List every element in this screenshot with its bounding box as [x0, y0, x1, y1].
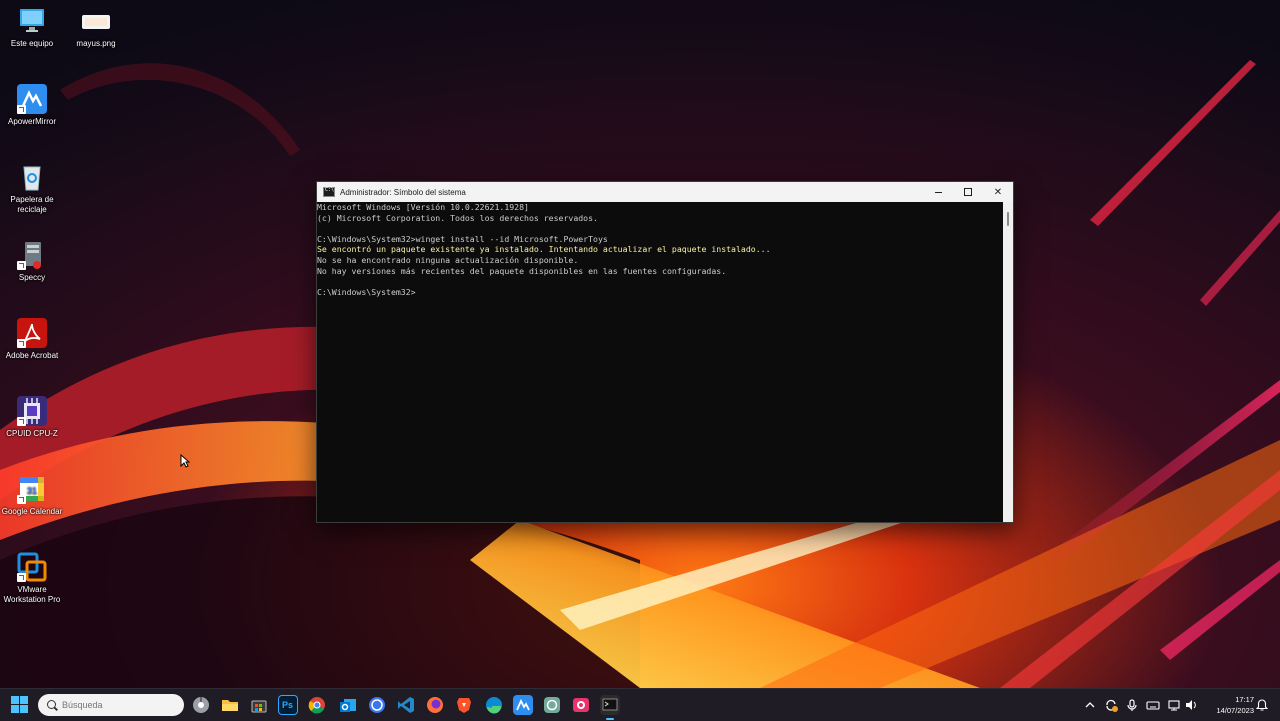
- window-title: Administrador: Símbolo del sistema: [340, 187, 466, 197]
- apowermirror-icon: [516, 698, 530, 711]
- sync-warning-icon[interactable]: [1104, 698, 1118, 712]
- console-prompt: C:\Windows\System32>: [317, 286, 416, 297]
- taskbar-app-signal[interactable]: [367, 695, 387, 715]
- desktop-icon-speccy[interactable]: Speccy: [0, 240, 64, 283]
- windows-logo-icon: [11, 696, 19, 704]
- console-line: C:\Windows\System32>winget install --id …: [317, 233, 608, 244]
- taskbar-app-brave[interactable]: [454, 695, 474, 715]
- taskbar-app-snip[interactable]: [571, 695, 591, 715]
- firefox-icon: [427, 697, 443, 713]
- taskbar-app-terminal[interactable]: [600, 695, 620, 720]
- console-line: Se encontró un paquete existente ya inst…: [317, 244, 771, 255]
- calendar-icon: 31: [17, 474, 47, 504]
- desktop-icon-label: Speccy: [18, 273, 46, 282]
- taskbar-app-photoshop[interactable]: Ps: [278, 695, 298, 715]
- file-explorer-icon: [222, 700, 238, 711]
- snip-icon: [573, 698, 589, 712]
- desktop-icon-gcalendar[interactable]: 31 Google Calendar: [0, 474, 64, 517]
- window-titlebar[interactable]: Administrador: Símbolo del sistema ✕: [317, 182, 1013, 202]
- desktop-icon-label: Google Calendar: [1, 507, 63, 516]
- taskbar-clock[interactable]: 17:17 14/07/2023: [1202, 694, 1254, 716]
- taskbar-app-vscode[interactable]: [396, 695, 416, 715]
- taskbar: Ps: [0, 688, 1280, 721]
- taskbar-app-chrome-dev[interactable]: [191, 695, 211, 715]
- cmd-window[interactable]: Administrador: Símbolo del sistema ✕ Mic…: [316, 181, 1014, 523]
- console-scrollbar[interactable]: [1003, 202, 1013, 522]
- desktop-icon-label: Este equipo: [10, 39, 54, 48]
- taskbar-app-outlook[interactable]: [338, 695, 358, 715]
- taskbar-app-chatgpt[interactable]: [542, 695, 562, 715]
- window-controls: ✕: [923, 182, 1013, 202]
- clock-date: 14/07/2023: [1216, 706, 1254, 715]
- desktop-icon-label: CPUID CPU-Z: [6, 429, 58, 438]
- desktop-icon-vmware[interactable]: VMware Workstation Pro: [0, 552, 64, 605]
- chrome-dev-icon: [193, 697, 209, 713]
- taskbar-search[interactable]: [38, 694, 184, 716]
- start-button[interactable]: [11, 696, 29, 714]
- speccy-icon: [17, 240, 47, 270]
- console-line: No hay versiones más recientes del paque…: [317, 265, 727, 276]
- taskbar-app-explorer[interactable]: [220, 695, 240, 715]
- apowermirror-icon: [17, 84, 47, 114]
- clock-time: 17:17: [1235, 695, 1254, 704]
- photoshop-icon: Ps: [282, 700, 294, 710]
- recycle-bin-icon: [17, 162, 47, 192]
- minimize-icon: [934, 191, 942, 193]
- keyboard-icon[interactable]: [1146, 698, 1160, 712]
- desktop-icon-cpuz[interactable]: CPUID CPU-Z: [0, 396, 64, 439]
- terminal-icon: [602, 698, 618, 711]
- console-line: Microsoft Windows [Versión 10.0.22621.19…: [317, 202, 529, 212]
- chevron-up-icon[interactable]: [1083, 698, 1097, 712]
- taskbar-app-apowermirror[interactable]: [513, 695, 533, 715]
- close-icon: ✕: [993, 186, 1003, 198]
- image-file-icon: [81, 6, 111, 36]
- desktop-icon-acrobat[interactable]: Adobe Acrobat: [0, 318, 64, 361]
- desktop-icon-label: Adobe Acrobat: [5, 351, 59, 360]
- chatgpt-icon: [544, 697, 560, 713]
- vmware-icon: [17, 552, 47, 582]
- maximize-button[interactable]: [953, 182, 983, 202]
- svg-text:31: 31: [27, 486, 37, 496]
- monitor-icon: [17, 6, 47, 36]
- console-output[interactable]: Microsoft Windows [Versión 10.0.22621.19…: [317, 202, 1001, 522]
- mouse-pointer-icon: [180, 453, 191, 473]
- vscode-icon: [398, 697, 414, 713]
- brave-icon: [457, 698, 471, 713]
- chrome-icon: [308, 697, 325, 714]
- cmd-app-icon: [323, 187, 335, 197]
- desktop-icon-apowermirror[interactable]: ApowerMirror: [0, 84, 64, 127]
- edge-icon: [486, 697, 502, 714]
- outlook-icon: [340, 699, 356, 712]
- close-button[interactable]: ✕: [983, 182, 1013, 202]
- volume-icon[interactable]: [1184, 698, 1198, 712]
- cpuz-icon: [17, 396, 47, 426]
- desktop-icon-papelera[interactable]: Papelera de reciclaje: [0, 162, 64, 215]
- console-line: (c) Microsoft Corporation. Todos los der…: [317, 212, 598, 223]
- search-icon: [47, 700, 56, 709]
- acrobat-icon: [17, 318, 47, 348]
- desktop-icon-este-equipo[interactable]: Este equipo: [0, 6, 64, 49]
- desktop-icon-label: VMware Workstation Pro: [3, 585, 61, 604]
- taskbar-app-store[interactable]: [249, 695, 269, 715]
- minimize-button[interactable]: [923, 182, 953, 202]
- desktop-icon-label: ApowerMirror: [7, 117, 56, 126]
- search-input[interactable]: [62, 697, 172, 713]
- taskbar-app-firefox[interactable]: [425, 695, 445, 715]
- signal-icon: [369, 697, 385, 713]
- taskbar-app-chrome[interactable]: [307, 695, 327, 715]
- microsoft-store-icon: [251, 700, 267, 713]
- microphone-icon[interactable]: [1125, 698, 1139, 712]
- network-icon[interactable]: [1167, 698, 1181, 712]
- desktop-icon-label: mayus.png: [76, 39, 116, 48]
- desktop-icon-mayus[interactable]: mayus.png: [64, 6, 128, 49]
- desktop-icon-label: Papelera de reciclaje: [10, 195, 54, 214]
- scrollbar-thumb[interactable]: [1007, 212, 1009, 226]
- taskbar-app-edge[interactable]: [484, 695, 504, 715]
- console-line: No se ha encontrado ninguna actualizació…: [317, 254, 579, 265]
- maximize-icon: [964, 188, 972, 196]
- notification-bell-icon[interactable]: [1255, 698, 1269, 711]
